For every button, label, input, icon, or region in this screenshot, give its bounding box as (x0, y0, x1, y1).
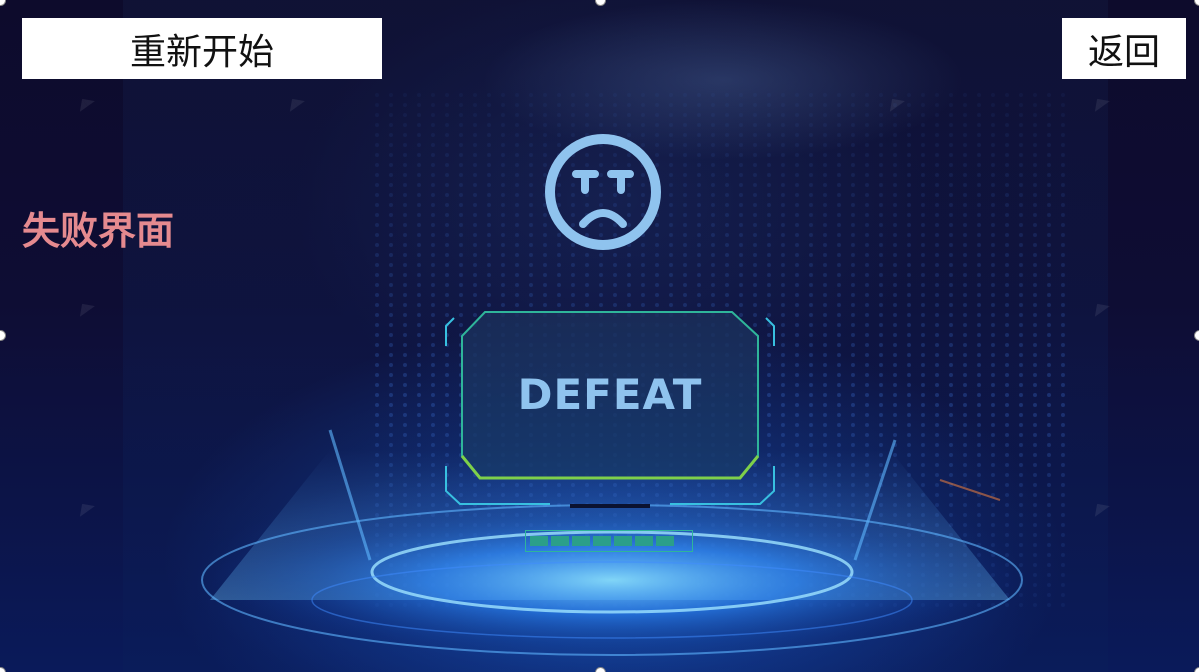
loading-bar (525, 530, 693, 552)
resize-handle[interactable] (595, 667, 606, 672)
loading-segment (614, 536, 632, 546)
loading-segment (593, 536, 611, 546)
loading-segment (551, 536, 569, 546)
resize-handle[interactable] (1194, 330, 1199, 341)
sad-face-icon (545, 134, 661, 250)
game-screen: ◢◣ ◢◣ ◢◣ ◢◣ ◢◣ ◢◣ ◢◣ ◢◣ 重新开始 返回 失败界面 DEF… (0, 0, 1199, 672)
resize-handle[interactable] (1194, 667, 1199, 672)
loading-segment (572, 536, 590, 546)
loading-segment (530, 536, 548, 546)
loading-segment (656, 536, 674, 546)
back-button[interactable]: 返回 (1062, 18, 1186, 79)
restart-button[interactable]: 重新开始 (22, 18, 382, 79)
defeat-text: DEFEAT (517, 370, 703, 419)
orange-streak (939, 479, 1001, 501)
screen-title-label: 失败界面 (22, 209, 175, 253)
platform-glow (202, 505, 1022, 655)
loading-segment (635, 536, 653, 546)
